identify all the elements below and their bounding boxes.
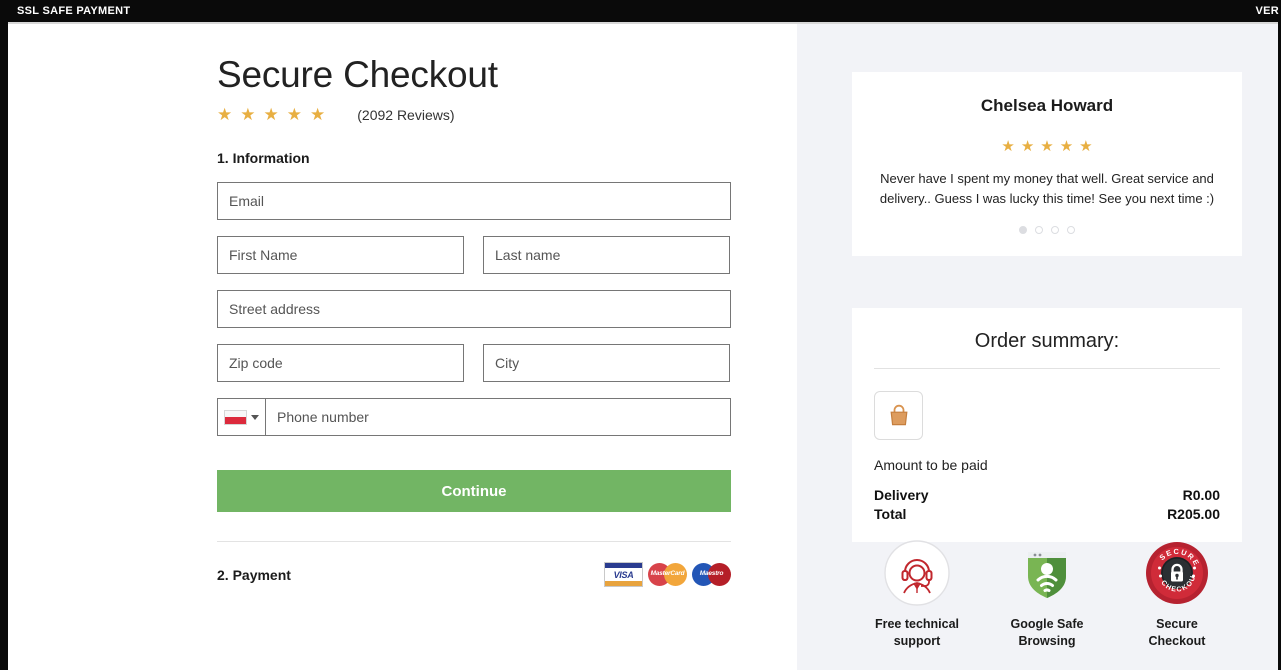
star-icon: ★ bbox=[217, 105, 233, 124]
first-name-field[interactable] bbox=[217, 236, 464, 274]
city-field[interactable] bbox=[483, 344, 730, 382]
verified-label: VER bbox=[1255, 5, 1279, 17]
accepted-cards: VISA MasterCard Maestro bbox=[604, 562, 731, 587]
phone-number-field[interactable] bbox=[265, 398, 731, 436]
carousel-dot-3[interactable] bbox=[1051, 226, 1059, 234]
continue-button[interactable]: Continue bbox=[217, 470, 731, 512]
star-icon: ★ bbox=[240, 105, 256, 124]
delivery-label: Delivery bbox=[874, 487, 929, 503]
country-code-select[interactable] bbox=[217, 398, 265, 436]
star-icon: ★ bbox=[263, 105, 279, 124]
carousel-dot-2[interactable] bbox=[1035, 226, 1043, 234]
information-section-heading: 1. Information bbox=[217, 150, 310, 166]
order-summary-divider bbox=[874, 368, 1220, 369]
checkout-page: SSL SAFE PAYMENT VER Secure Checkout ★ ★… bbox=[0, 0, 1281, 670]
poland-flag-icon bbox=[224, 409, 247, 425]
section-divider bbox=[217, 541, 731, 542]
street-row bbox=[217, 290, 731, 328]
rating-stars: ★ ★ ★ ★ ★ bbox=[217, 106, 325, 123]
checkout-form-column: Secure Checkout ★ ★ ★ ★ ★ (2092 Reviews)… bbox=[8, 24, 797, 670]
shopping-bag-icon bbox=[890, 404, 907, 425]
total-value: R205.00 bbox=[1167, 506, 1220, 522]
page-title: Secure Checkout bbox=[217, 54, 498, 95]
badge-secure-checkout: SECURE CHECKOUT Secure Checkout bbox=[1122, 540, 1232, 650]
total-line: Total R205.00 bbox=[874, 506, 1220, 522]
badge-free-technical-support: Free technical support bbox=[862, 540, 972, 650]
email-field[interactable] bbox=[217, 182, 731, 220]
carousel-dot-1[interactable] bbox=[1019, 226, 1027, 234]
ssl-safe-payment-label: SSL SAFE PAYMENT bbox=[17, 5, 131, 17]
carousel-dot-4[interactable] bbox=[1067, 226, 1075, 234]
star-icon: ★ bbox=[1079, 138, 1093, 155]
total-label: Total bbox=[874, 506, 907, 522]
secure-checkout-seal-icon: SECURE CHECKOUT bbox=[1144, 540, 1208, 604]
order-item-thumbnail bbox=[874, 391, 923, 440]
delivery-value: R0.00 bbox=[1182, 487, 1220, 503]
testimonial-card: Chelsea Howard ★ ★ ★ ★ ★ Never have I sp… bbox=[852, 72, 1242, 256]
phone-row bbox=[217, 398, 731, 436]
order-summary-card: Order summary: Amount to be paid Deliver… bbox=[852, 308, 1242, 542]
mastercard-icon: MasterCard bbox=[648, 562, 687, 587]
trust-badges: Free technical support Google Safe Brows… bbox=[852, 540, 1242, 650]
testimonial-carousel-dots bbox=[874, 226, 1220, 234]
checkout-sidebar-column: Chelsea Howard ★ ★ ★ ★ ★ Never have I sp… bbox=[797, 24, 1278, 670]
payment-section-heading: 2. Payment bbox=[217, 566, 291, 583]
testimonial-author: Chelsea Howard bbox=[980, 96, 1114, 115]
left-frame-edge bbox=[0, 22, 8, 670]
last-name-field[interactable] bbox=[483, 236, 730, 274]
zip-code-field[interactable] bbox=[217, 344, 464, 382]
name-row bbox=[217, 236, 731, 274]
star-icon: ★ bbox=[1001, 138, 1015, 155]
review-count-label: (2092 Reviews) bbox=[357, 106, 455, 123]
star-icon: ★ bbox=[1040, 138, 1054, 155]
delivery-line: Delivery R0.00 bbox=[874, 487, 1220, 503]
amount-to-be-paid-label: Amount to be paid bbox=[874, 457, 988, 473]
badge-google-safe-browsing: Google Safe Browsing bbox=[992, 540, 1102, 650]
maestro-icon: Maestro bbox=[692, 562, 731, 587]
testimonial-stars: ★ ★ ★ ★ ★ bbox=[874, 138, 1220, 155]
visa-icon: VISA bbox=[604, 562, 643, 587]
order-summary-title: Order summary: bbox=[974, 330, 1120, 352]
badge-caption: Secure Checkout bbox=[1148, 617, 1206, 648]
street-address-field[interactable] bbox=[217, 290, 731, 328]
email-row bbox=[217, 182, 731, 220]
testimonial-text: Never have I spent my money that well. G… bbox=[879, 171, 1215, 206]
google-safe-browsing-shield-icon bbox=[1028, 552, 1066, 598]
chevron-down-icon bbox=[251, 414, 259, 420]
star-icon: ★ bbox=[310, 105, 326, 124]
payment-section-row[interactable]: 2. Payment VISA MasterCard Maestro bbox=[217, 562, 731, 587]
page-content: Secure Checkout ★ ★ ★ ★ ★ (2092 Reviews)… bbox=[8, 24, 1278, 670]
headset-support-icon bbox=[884, 540, 950, 606]
rating-row: ★ ★ ★ ★ ★ (2092 Reviews) bbox=[217, 106, 731, 123]
zip-city-row bbox=[217, 344, 731, 382]
star-icon: ★ bbox=[286, 105, 302, 124]
badge-caption: Google Safe Browsing bbox=[1010, 617, 1084, 648]
star-icon: ★ bbox=[1020, 138, 1035, 155]
badge-caption: Free technical support bbox=[874, 617, 960, 648]
star-icon: ★ bbox=[1059, 138, 1074, 155]
top-security-bar: SSL SAFE PAYMENT VER bbox=[0, 0, 1281, 22]
